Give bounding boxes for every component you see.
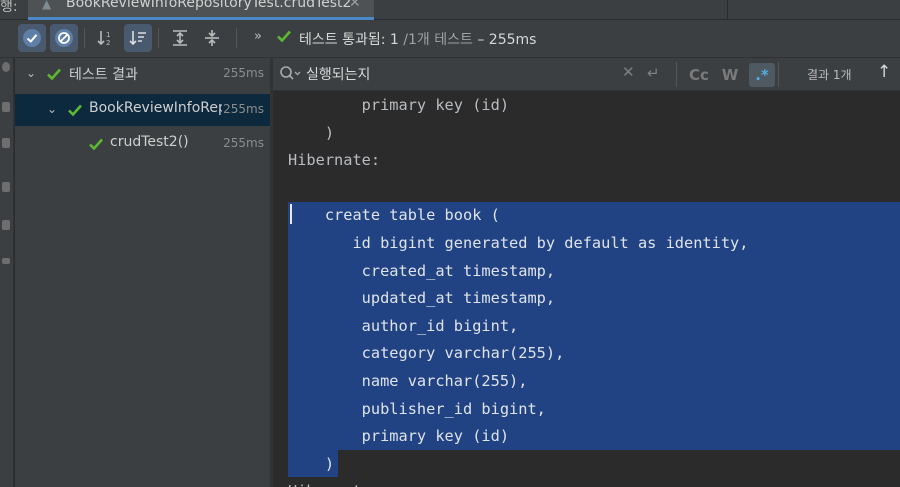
- console-search-bar: 실행되는지 ✕ ↵ Cc W .* 결과 1개 ↑: [273, 58, 900, 91]
- gutter-icon[interactable]: [2, 220, 10, 230]
- console-line: updated_at timestamp,: [288, 289, 556, 308]
- console-output[interactable]: primary key (id) ) Hibernate: create tabl…: [273, 91, 900, 487]
- svg-text:2: 2: [106, 39, 110, 47]
- collapse-all-icon: [205, 30, 219, 46]
- show-ignored-icon: [55, 29, 73, 47]
- new-line-icon[interactable]: ↵: [647, 64, 660, 82]
- console-line: created_at timestamp,: [288, 261, 556, 280]
- run-label: 행:: [0, 0, 18, 15]
- console-line: primary key (id): [288, 96, 510, 114]
- clear-search-icon[interactable]: ✕: [622, 63, 635, 81]
- sort-alpha-icon: 12: [97, 31, 110, 47]
- console-line: author_id bigint,: [288, 316, 519, 335]
- passed-check-icon: [88, 136, 104, 156]
- run-tab[interactable]: ▲ BookReviewInfoRepositoryTest.crudTest2…: [28, 0, 374, 20]
- sort-duration-button[interactable]: [124, 24, 152, 52]
- status-prefix: 테스트 통과됨:: [299, 32, 390, 48]
- svg-text:1: 1: [106, 31, 110, 39]
- console-line: primary key (id): [288, 427, 510, 446]
- gutter-icon[interactable]: [2, 62, 10, 72]
- left-tool-gutter: [0, 58, 14, 487]
- tab-divider: [727, 0, 728, 20]
- status-count: 1: [389, 32, 399, 48]
- test-results-tree: ⌄ 테스트 결과 255ms ⌄ BookReviewInfoRep 255ms…: [15, 58, 270, 487]
- search-separator: [778, 62, 779, 87]
- tree-item-test-class[interactable]: ⌄ BookReviewInfoRep 255ms: [15, 94, 270, 126]
- run-tab-bar: 행: ▲ BookReviewInfoRepositoryTest.crudTe…: [0, 0, 900, 20]
- collapse-all-button[interactable]: [198, 24, 226, 52]
- gutter-icon[interactable]: [2, 138, 10, 148]
- match-case-toggle[interactable]: Cc: [686, 63, 712, 87]
- test-status-summary: 테스트 통과됨: 1 /1개 테스트 – 255ms: [299, 29, 536, 49]
- tree-item-test-method[interactable]: crudTest2() 255ms: [15, 128, 270, 160]
- tree-item-label: BookReviewInfoRep: [89, 100, 222, 116]
- close-icon[interactable]: ✕: [349, 0, 361, 11]
- tree-item-label: 테스트 결과: [69, 67, 138, 83]
- passed-check-icon: [276, 28, 292, 48]
- toolbar-separator: [236, 28, 237, 48]
- search-icon[interactable]: [279, 65, 301, 87]
- gutter-icon[interactable]: [2, 258, 10, 264]
- passed-check-icon: [46, 66, 62, 86]
- tree-item-test-results[interactable]: ⌄ 테스트 결과 255ms: [15, 58, 270, 90]
- expand-all-icon: [173, 30, 187, 46]
- status-dash: –: [472, 32, 489, 48]
- gutter-icon[interactable]: [2, 102, 10, 112]
- show-ignored-button[interactable]: [50, 24, 78, 52]
- console-line: Hibernate:: [288, 151, 381, 170]
- console-line: category varchar(255),: [288, 344, 565, 363]
- more-actions-icon[interactable]: »: [254, 29, 262, 44]
- text-caret: [290, 204, 292, 224]
- chevron-down-icon[interactable]: ⌄: [47, 102, 57, 116]
- sort-alpha-button[interactable]: 12: [92, 24, 120, 52]
- console-line: id bigint generated by default as identi…: [288, 234, 749, 252]
- regex-toggle[interactable]: .*: [749, 63, 775, 87]
- status-total: /1개 테스트: [403, 32, 473, 48]
- console-line: name varchar(255),: [288, 372, 528, 390]
- tree-item-label: crudTest2(): [110, 134, 189, 150]
- toolbar-separator: [84, 28, 85, 48]
- console-line: ): [288, 454, 335, 473]
- test-run-icon: ▲: [42, 0, 52, 11]
- run-tab-title: BookReviewInfoRepositoryTest.crudTest2: [66, 0, 352, 11]
- sort-duration-icon: [129, 31, 146, 46]
- console-line: publisher_id bigint,: [288, 399, 546, 418]
- search-separator: [676, 62, 677, 87]
- test-toolbar: 12 » 테스트 통과됨: 1 /1개 테스트 – 255ms: [0, 20, 900, 58]
- console-line: ): [288, 123, 335, 142]
- show-passed-button[interactable]: [18, 24, 46, 52]
- expand-all-button[interactable]: [166, 24, 194, 52]
- gutter-icon[interactable]: [2, 182, 10, 192]
- chevron-down-icon[interactable]: ⌄: [26, 66, 36, 80]
- passed-check-icon: [67, 102, 83, 122]
- status-time: 255ms: [488, 32, 537, 48]
- tree-item-time: 255ms: [223, 66, 264, 80]
- search-input[interactable]: 실행되는지: [306, 64, 370, 84]
- whole-words-toggle[interactable]: W: [717, 63, 743, 87]
- search-result-count: 결과 1개: [807, 68, 852, 82]
- show-passed-icon: [23, 29, 41, 47]
- previous-occurrence-icon[interactable]: ↑: [877, 62, 891, 82]
- toolbar-separator: [158, 28, 159, 48]
- console-line: create table book (: [288, 206, 500, 225]
- console-line: Hibernate:: [288, 478, 380, 487]
- tree-item-time: 255ms: [223, 102, 264, 116]
- tree-item-time: 255ms: [223, 136, 264, 150]
